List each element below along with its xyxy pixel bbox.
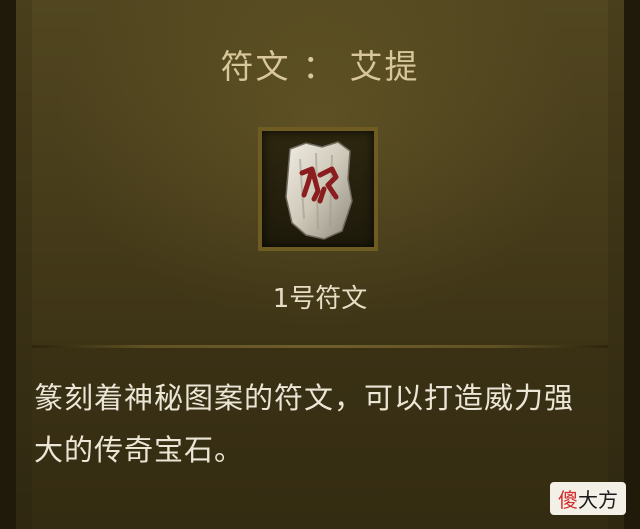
rune-stone-icon: [285, 141, 353, 240]
tooltip-title: 符文 ： 艾提: [0, 40, 640, 88]
title-name: 艾提: [349, 47, 420, 86]
watermark-logo: 傻大方: [550, 482, 626, 515]
item-description: 篆刻着神秘图案的符文，可以打造威力强大的传奇宝石。: [34, 381, 575, 467]
watermark-text: 大方: [578, 488, 618, 512]
title-separator: ：: [302, 47, 338, 86]
watermark-accent: 傻: [558, 488, 578, 512]
title-prefix: 符文: [220, 47, 291, 86]
item-icon-frame: [258, 127, 378, 251]
item-name: 1号符文: [272, 284, 368, 314]
